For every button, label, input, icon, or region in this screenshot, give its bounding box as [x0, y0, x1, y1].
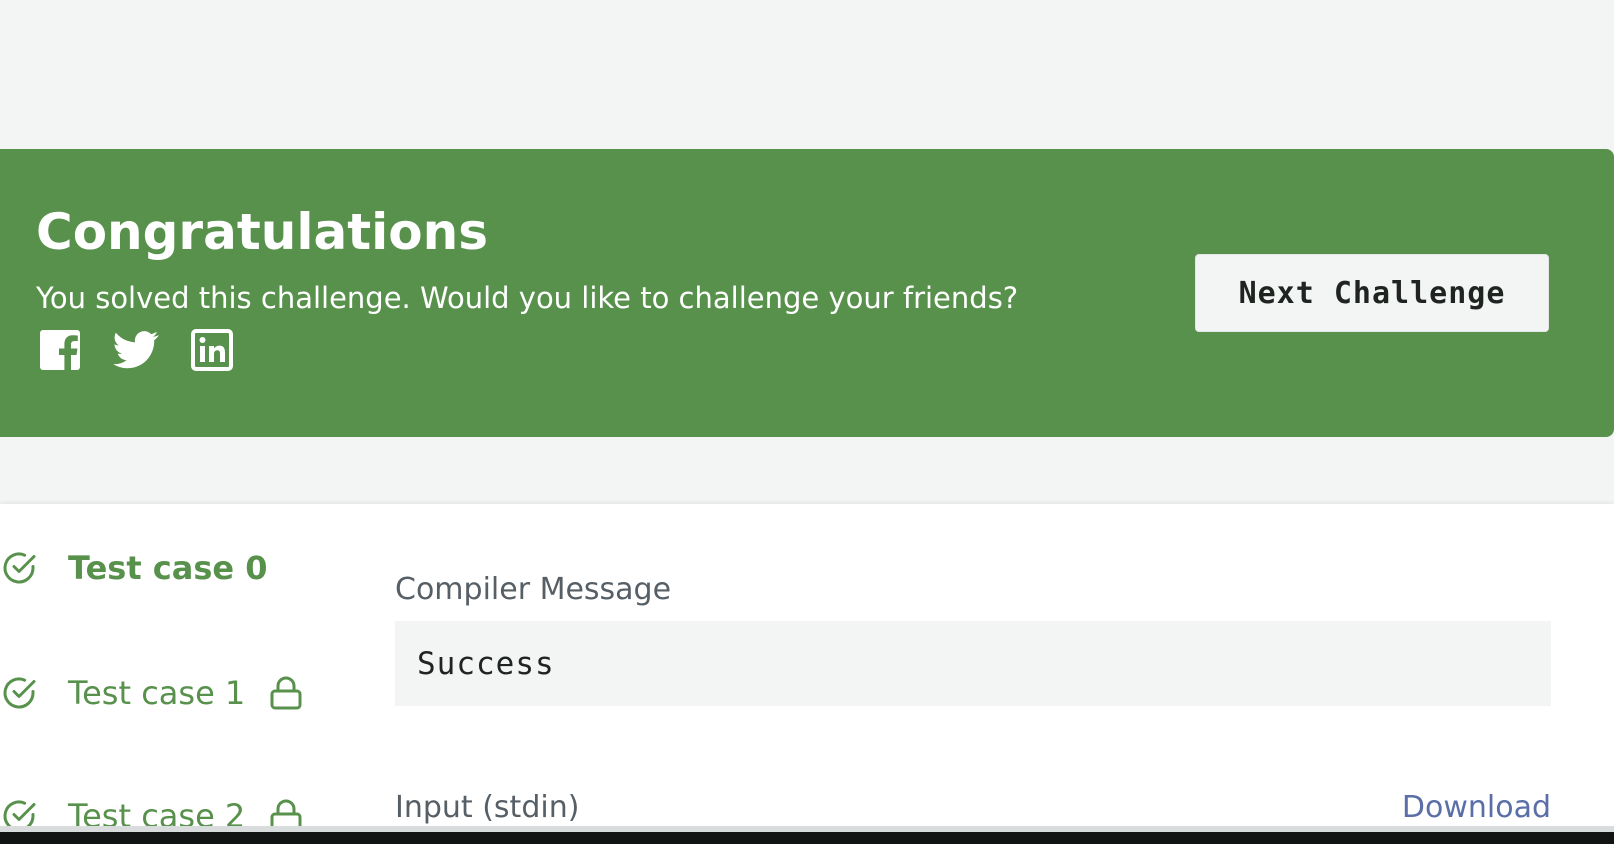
test-case-label: Test case 0: [68, 549, 268, 587]
banner-title: Congratulations: [36, 203, 488, 261]
compiler-message-text: Success: [417, 645, 555, 682]
check-circle-icon: [3, 552, 36, 584]
check-circle-icon: [3, 677, 36, 709]
share-icons: [36, 326, 236, 374]
test-case-0[interactable]: Test case 0: [0, 548, 267, 588]
test-case-label: Test case 1: [68, 674, 246, 712]
linkedin-icon[interactable]: [188, 326, 236, 374]
banner-message: You solved this challenge. Would you lik…: [36, 281, 1019, 315]
lock-icon: [270, 676, 302, 710]
compiler-message-label: Compiler Message: [395, 572, 672, 607]
test-case-1[interactable]: Test case 1: [0, 673, 303, 713]
download-link[interactable]: Download: [1402, 788, 1551, 828]
twitter-icon[interactable]: [112, 326, 160, 374]
facebook-icon[interactable]: [36, 326, 84, 374]
next-challenge-button[interactable]: Next Challenge: [1195, 254, 1549, 332]
compiler-message-box: Success: [395, 621, 1551, 706]
bottom-edge: [0, 832, 1614, 844]
input-stdin-label: Input (stdin): [395, 790, 580, 825]
